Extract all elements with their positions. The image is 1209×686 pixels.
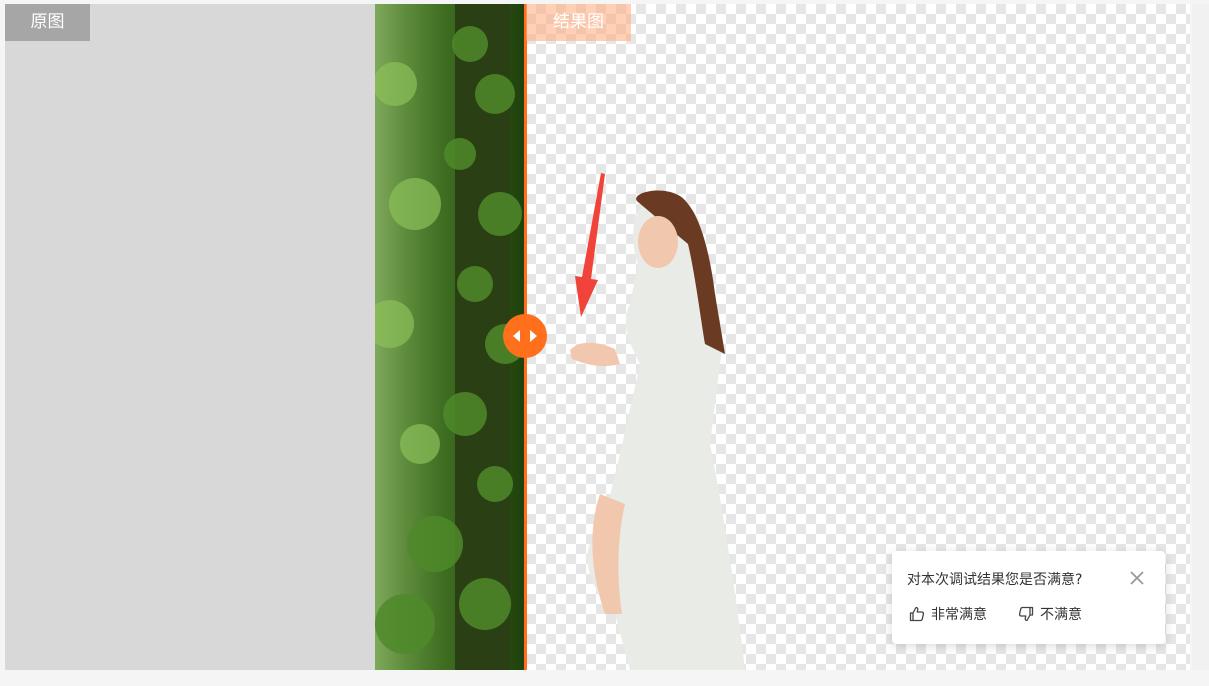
close-icon	[1130, 571, 1144, 585]
vertical-scrollbar[interactable]	[1192, 4, 1209, 670]
original-label: 原图	[5, 4, 90, 41]
left-right-arrows-icon	[513, 330, 537, 342]
feedback-question: 对本次调试结果您是否满意?	[907, 572, 1083, 588]
feedback-close-button[interactable]	[1128, 569, 1146, 587]
thumbs-down-icon	[1018, 606, 1034, 622]
satisfied-label: 非常满意	[931, 607, 987, 623]
feedback-popup: 对本次调试结果您是否满意? 非常满意 不满意	[892, 551, 1165, 644]
original-image-panel	[5, 4, 375, 670]
result-label: 结果图	[526, 4, 631, 41]
unsatisfied-label: 不满意	[1040, 607, 1082, 623]
unsatisfied-button[interactable]: 不满意	[1018, 603, 1082, 625]
thumbs-up-icon	[909, 606, 925, 622]
compare-slider-handle[interactable]	[503, 314, 547, 358]
bottom-bar	[0, 670, 1209, 686]
red-arrow-annotation	[575, 173, 605, 317]
satisfied-button[interactable]: 非常满意	[909, 603, 987, 625]
